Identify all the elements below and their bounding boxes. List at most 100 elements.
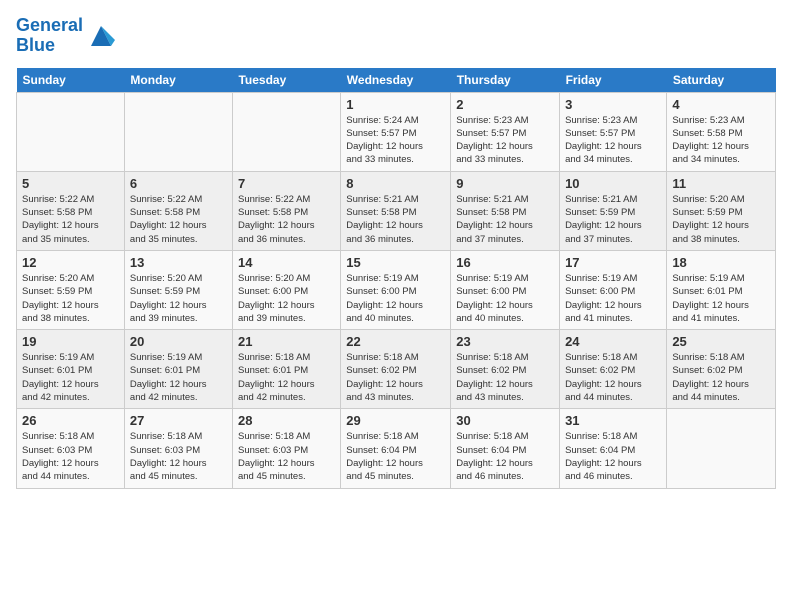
- day-info: Sunrise: 5:19 AM Sunset: 6:01 PM Dayligh…: [130, 351, 227, 404]
- day-number: 22: [346, 334, 445, 349]
- calendar-day-cell: 1 Sunrise: 5:24 AM Sunset: 5:57 PM Daylig…: [341, 92, 451, 171]
- weekday-header-monday: Monday: [124, 68, 232, 93]
- weekday-header-wednesday: Wednesday: [341, 68, 451, 93]
- day-number: 7: [238, 176, 335, 191]
- calendar-day-cell: 20 Sunrise: 5:19 AM Sunset: 6:01 PM Dayli…: [124, 330, 232, 409]
- calendar-day-cell: 18 Sunrise: 5:19 AM Sunset: 6:01 PM Dayli…: [667, 250, 776, 329]
- day-number: 10: [565, 176, 661, 191]
- day-info: Sunrise: 5:20 AM Sunset: 5:59 PM Dayligh…: [22, 272, 119, 325]
- weekday-header-thursday: Thursday: [451, 68, 560, 93]
- day-number: 26: [22, 413, 119, 428]
- logo-text: General Blue: [16, 16, 83, 56]
- day-number: 5: [22, 176, 119, 191]
- calendar-day-cell: 6 Sunrise: 5:22 AM Sunset: 5:58 PM Daylig…: [124, 171, 232, 250]
- day-number: 8: [346, 176, 445, 191]
- day-info: Sunrise: 5:18 AM Sunset: 6:03 PM Dayligh…: [130, 430, 227, 483]
- day-info: Sunrise: 5:22 AM Sunset: 5:58 PM Dayligh…: [22, 193, 119, 246]
- calendar-day-cell: 22 Sunrise: 5:18 AM Sunset: 6:02 PM Dayli…: [341, 330, 451, 409]
- day-number: 27: [130, 413, 227, 428]
- day-info: Sunrise: 5:23 AM Sunset: 5:58 PM Dayligh…: [672, 114, 770, 167]
- calendar-day-cell: 4 Sunrise: 5:23 AM Sunset: 5:58 PM Daylig…: [667, 92, 776, 171]
- day-number: 3: [565, 97, 661, 112]
- calendar-week-row: 19 Sunrise: 5:19 AM Sunset: 6:01 PM Dayli…: [17, 330, 776, 409]
- calendar-day-cell: 15 Sunrise: 5:19 AM Sunset: 6:00 PM Dayli…: [341, 250, 451, 329]
- day-number: 16: [456, 255, 554, 270]
- day-info: Sunrise: 5:22 AM Sunset: 5:58 PM Dayligh…: [130, 193, 227, 246]
- day-info: Sunrise: 5:19 AM Sunset: 6:00 PM Dayligh…: [456, 272, 554, 325]
- calendar-day-cell: 8Sunrise: 5:21 AM Sunset: 5:58 PM Daylig…: [341, 171, 451, 250]
- day-info: Sunrise: 5:19 AM Sunset: 6:00 PM Dayligh…: [346, 272, 445, 325]
- calendar-day-cell: 9 Sunrise: 5:21 AM Sunset: 5:58 PM Daylig…: [451, 171, 560, 250]
- weekday-header-row: SundayMondayTuesdayWednesdayThursdayFrid…: [17, 68, 776, 93]
- calendar-day-cell: 21Sunrise: 5:18 AM Sunset: 6:01 PM Dayli…: [232, 330, 340, 409]
- calendar-day-cell: [17, 92, 125, 171]
- day-number: 31: [565, 413, 661, 428]
- day-info: Sunrise: 5:18 AM Sunset: 6:02 PM Dayligh…: [346, 351, 445, 404]
- day-info: Sunrise: 5:19 AM Sunset: 6:00 PM Dayligh…: [565, 272, 661, 325]
- day-number: 29: [346, 413, 445, 428]
- calendar-day-cell: 27 Sunrise: 5:18 AM Sunset: 6:03 PM Dayli…: [124, 409, 232, 488]
- weekday-header-sunday: Sunday: [17, 68, 125, 93]
- day-info: Sunrise: 5:24 AM Sunset: 5:57 PM Dayligh…: [346, 114, 445, 167]
- day-info: Sunrise: 5:22 AM Sunset: 5:58 PM Dayligh…: [238, 193, 335, 246]
- calendar-week-row: 12 Sunrise: 5:20 AM Sunset: 5:59 PM Dayli…: [17, 250, 776, 329]
- header: General Blue: [16, 16, 776, 56]
- weekday-header-saturday: Saturday: [667, 68, 776, 93]
- day-info: Sunrise: 5:23 AM Sunset: 5:57 PM Dayligh…: [456, 114, 554, 167]
- day-info: Sunrise: 5:18 AM Sunset: 6:04 PM Dayligh…: [346, 430, 445, 483]
- day-number: 20: [130, 334, 227, 349]
- day-info: Sunrise: 5:20 AM Sunset: 5:59 PM Dayligh…: [130, 272, 227, 325]
- day-info: Sunrise: 5:23 AM Sunset: 5:57 PM Dayligh…: [565, 114, 661, 167]
- calendar-day-cell: 28 Sunrise: 5:18 AM Sunset: 6:03 PM Dayli…: [232, 409, 340, 488]
- day-info: Sunrise: 5:21 AM Sunset: 5:58 PM Dayligh…: [456, 193, 554, 246]
- day-number: 9: [456, 176, 554, 191]
- day-info: Sunrise: 5:18 AM Sunset: 6:03 PM Dayligh…: [238, 430, 335, 483]
- logo-icon: [87, 22, 115, 50]
- day-number: 24: [565, 334, 661, 349]
- day-info: Sunrise: 5:20 AM Sunset: 6:00 PM Dayligh…: [238, 272, 335, 325]
- calendar-day-cell: [667, 409, 776, 488]
- calendar-day-cell: 5 Sunrise: 5:22 AM Sunset: 5:58 PM Daylig…: [17, 171, 125, 250]
- calendar-table: SundayMondayTuesdayWednesdayThursdayFrid…: [16, 68, 776, 489]
- day-number: 15: [346, 255, 445, 270]
- day-info: Sunrise: 5:19 AM Sunset: 6:01 PM Dayligh…: [22, 351, 119, 404]
- calendar-day-cell: 16 Sunrise: 5:19 AM Sunset: 6:00 PM Dayli…: [451, 250, 560, 329]
- day-number: 13: [130, 255, 227, 270]
- day-number: 14: [238, 255, 335, 270]
- calendar-day-cell: 13 Sunrise: 5:20 AM Sunset: 5:59 PM Dayli…: [124, 250, 232, 329]
- calendar-day-cell: 11Sunrise: 5:20 AM Sunset: 5:59 PM Dayli…: [667, 171, 776, 250]
- day-number: 12: [22, 255, 119, 270]
- day-info: Sunrise: 5:20 AM Sunset: 5:59 PM Dayligh…: [672, 193, 770, 246]
- calendar-day-cell: 29 Sunrise: 5:18 AM Sunset: 6:04 PM Dayli…: [341, 409, 451, 488]
- day-number: 18: [672, 255, 770, 270]
- day-info: Sunrise: 5:18 AM Sunset: 6:04 PM Dayligh…: [565, 430, 661, 483]
- day-info: Sunrise: 5:19 AM Sunset: 6:01 PM Dayligh…: [672, 272, 770, 325]
- calendar-day-cell: 30 Sunrise: 5:18 AM Sunset: 6:04 PM Dayli…: [451, 409, 560, 488]
- day-number: 28: [238, 413, 335, 428]
- calendar-day-cell: 7 Sunrise: 5:22 AM Sunset: 5:58 PM Daylig…: [232, 171, 340, 250]
- day-number: 4: [672, 97, 770, 112]
- weekday-header-tuesday: Tuesday: [232, 68, 340, 93]
- day-number: 19: [22, 334, 119, 349]
- calendar-day-cell: 24 Sunrise: 5:18 AM Sunset: 6:02 PM Dayli…: [560, 330, 667, 409]
- calendar-day-cell: 3 Sunrise: 5:23 AM Sunset: 5:57 PM Daylig…: [560, 92, 667, 171]
- day-number: 23: [456, 334, 554, 349]
- calendar-day-cell: 26 Sunrise: 5:18 AM Sunset: 6:03 PM Dayli…: [17, 409, 125, 488]
- calendar-day-cell: 14 Sunrise: 5:20 AM Sunset: 6:00 PM Dayli…: [232, 250, 340, 329]
- day-number: 30: [456, 413, 554, 428]
- calendar-day-cell: 12 Sunrise: 5:20 AM Sunset: 5:59 PM Dayli…: [17, 250, 125, 329]
- calendar-day-cell: 23 Sunrise: 5:18 AM Sunset: 6:02 PM Dayli…: [451, 330, 560, 409]
- day-info: Sunrise: 5:18 AM Sunset: 6:02 PM Dayligh…: [456, 351, 554, 404]
- day-number: 1: [346, 97, 445, 112]
- calendar-day-cell: 25Sunrise: 5:18 AM Sunset: 6:02 PM Dayli…: [667, 330, 776, 409]
- day-number: 17: [565, 255, 661, 270]
- day-info: Sunrise: 5:18 AM Sunset: 6:02 PM Dayligh…: [672, 351, 770, 404]
- day-info: Sunrise: 5:18 AM Sunset: 6:02 PM Dayligh…: [565, 351, 661, 404]
- day-number: 6: [130, 176, 227, 191]
- calendar-week-row: 26 Sunrise: 5:18 AM Sunset: 6:03 PM Dayli…: [17, 409, 776, 488]
- logo: General Blue: [16, 16, 115, 56]
- logo-blue: Blue: [16, 35, 55, 55]
- calendar-day-cell: [124, 92, 232, 171]
- day-info: Sunrise: 5:18 AM Sunset: 6:04 PM Dayligh…: [456, 430, 554, 483]
- day-info: Sunrise: 5:18 AM Sunset: 6:03 PM Dayligh…: [22, 430, 119, 483]
